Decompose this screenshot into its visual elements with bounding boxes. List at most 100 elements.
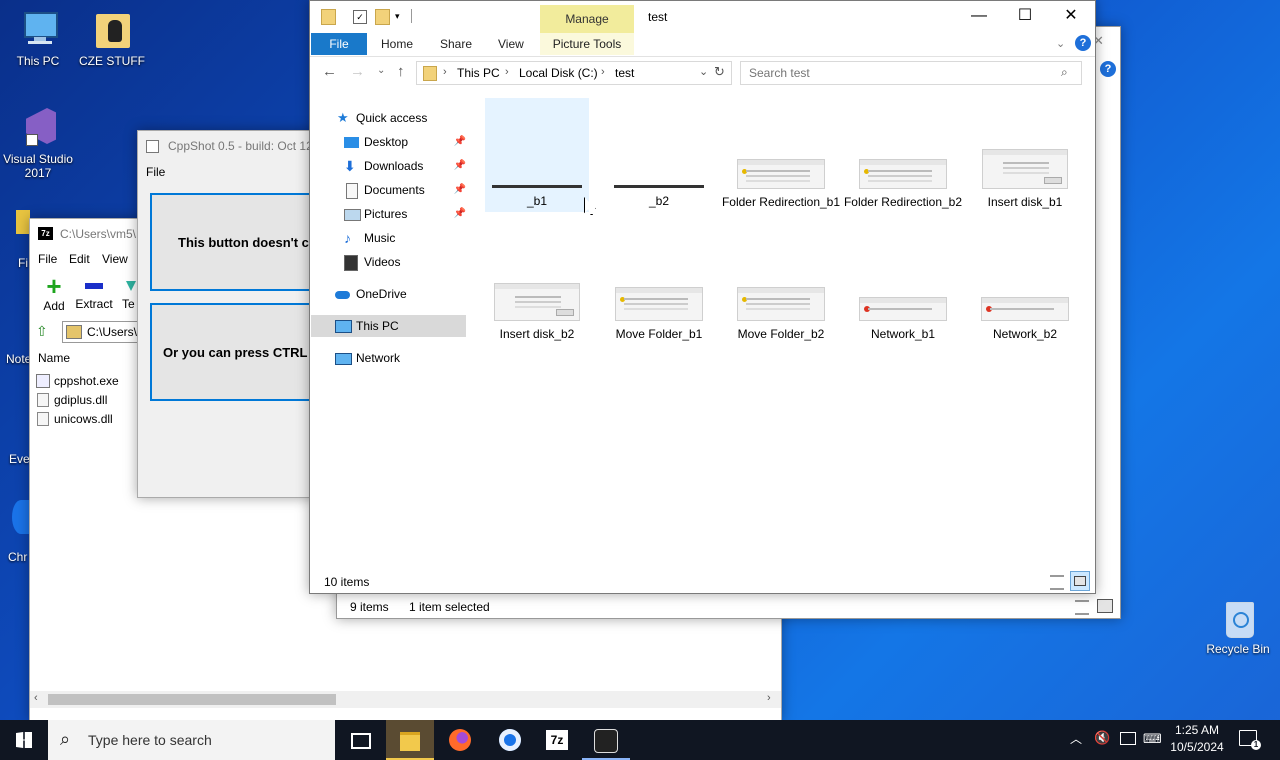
sevenzip-menu-view[interactable]: View <box>102 252 128 266</box>
network-icon <box>335 353 352 365</box>
network-icon[interactable] <box>1120 732 1136 745</box>
sevenzip-menu-edit[interactable]: Edit <box>69 252 90 266</box>
file-item[interactable]: Network_b2 <box>965 297 1085 342</box>
desktop-icon-visual-studio[interactable]: Visual Studio 2017 <box>0 108 76 180</box>
nav-onedrive[interactable]: OneDrive <box>335 283 485 305</box>
show-hidden-icons[interactable]: ︿ <box>1070 730 1082 747</box>
pin-icon[interactable]: 📌 <box>454 203 466 225</box>
help-icon[interactable]: ? <box>1100 61 1116 77</box>
task-view-button[interactable] <box>336 720 384 760</box>
cppshot-button-2[interactable]: Or you can press CTRL <box>150 303 332 401</box>
desktop-icon-this-pc[interactable]: This PC <box>0 10 76 68</box>
help-icon[interactable]: ? <box>1075 35 1091 51</box>
language-icon[interactable]: ⌨ <box>1143 731 1162 747</box>
pin-icon[interactable]: 📌 <box>454 131 466 153</box>
properties-icon[interactable]: ✓ <box>353 10 367 24</box>
nav-this-pc[interactable]: This PC <box>311 315 466 337</box>
forward-icon[interactable]: → <box>350 63 365 80</box>
tab-picture-tools[interactable]: Picture Tools <box>540 33 634 55</box>
search-input[interactable] <box>747 64 1051 82</box>
explorer-window[interactable]: ✓ ▾ Manage test — ☐ ✕ File Home Share Vi… <box>309 0 1096 594</box>
address-bar[interactable]: › This PC › Local Disk (C:) › test ⌄ ↻ <box>416 61 732 85</box>
nav-documents[interactable]: Documents 📌 <box>344 179 466 201</box>
image-thumbnail <box>737 287 825 321</box>
taskbar-chrome[interactable] <box>486 720 534 760</box>
file-item[interactable]: Move Folder_b2 <box>721 287 841 342</box>
file-item[interactable]: Network_b1 <box>843 297 963 342</box>
desktop-icon-cze-stuff[interactable]: CZE STUFF <box>74 10 150 68</box>
large-icons-view-icon[interactable] <box>1097 599 1113 613</box>
nav-network[interactable]: Network <box>335 347 485 369</box>
back-icon[interactable]: ← <box>322 63 337 80</box>
minimize-button[interactable]: — <box>956 1 1002 31</box>
tab-file[interactable]: File <box>311 33 367 55</box>
file-row[interactable]: unicows.dll <box>36 410 136 428</box>
breadcrumb-test[interactable]: test <box>615 66 634 80</box>
customize-toolbar-icon[interactable]: ▾ <box>395 11 400 22</box>
refresh-icon[interactable]: ↻ <box>714 64 725 80</box>
desktop-icon-recycle-bin[interactable]: Recycle Bin <box>1200 598 1276 656</box>
search-field[interactable]: ⌕ <box>740 61 1082 85</box>
folder-up-icon[interactable]: ⇧ <box>36 323 52 339</box>
nav-videos[interactable]: Videos <box>344 251 466 273</box>
details-view-icon[interactable] <box>1075 600 1089 615</box>
scroll-right-icon[interactable]: › <box>767 692 771 704</box>
new-folder-icon[interactable] <box>375 9 390 25</box>
desktop-partial-icon-2[interactable]: Note <box>6 352 31 366</box>
desktop-partial-icon-3[interactable]: Eve <box>9 452 30 466</box>
details-view-icon[interactable] <box>1050 575 1064 590</box>
navigation-pane[interactable]: ★ Quick access Desktop 📌 ⬇ Downloads 📌 D… <box>310 97 468 567</box>
file-item[interactable]: Folder Redirection_b1 <box>721 159 841 210</box>
column-header-name[interactable]: Name <box>38 351 70 365</box>
tab-home[interactable]: Home <box>381 33 413 55</box>
scroll-left-icon[interactable]: ‹ <box>34 692 38 704</box>
cppshot-menu-file[interactable]: File <box>146 165 165 179</box>
cppshot-window[interactable]: CppShot 0.5 - build: Oct 12 File This bu… <box>137 130 332 498</box>
nav-downloads[interactable]: ⬇ Downloads 📌 <box>344 155 466 177</box>
nav-quick-access[interactable]: ★ Quick access <box>337 107 487 129</box>
file-item[interactable]: Insert disk_b1 <box>965 149 1085 210</box>
pin-icon[interactable]: 📌 <box>454 179 466 201</box>
nav-music[interactable]: ♪ Music <box>344 227 466 249</box>
tab-share[interactable]: Share <box>440 33 472 55</box>
desktop-partial-icon-4[interactable]: Chr <box>8 550 27 564</box>
sevenzip-path-field[interactable]: C:\Users\ <box>62 321 140 343</box>
notifications-icon[interactable]: 1 <box>1239 730 1261 750</box>
start-button[interactable] <box>0 720 48 760</box>
close-button[interactable]: ✕ <box>1048 1 1094 31</box>
extract-button[interactable]: Extract <box>74 273 114 315</box>
address-dropdown-icon[interactable]: ⌄ <box>699 65 708 78</box>
file-list[interactable]: _b1 _b2 Folder Redirection_b1 Folder Red… <box>480 93 1090 563</box>
large-icons-view-icon[interactable] <box>1070 571 1090 591</box>
maximize-button[interactable]: ☐ <box>1002 1 1048 31</box>
expand-ribbon-icon[interactable]: ⌄ <box>1056 37 1065 50</box>
scrollbar-thumb[interactable] <box>48 694 336 705</box>
taskbar-search-box[interactable]: ⌕ Type here to search <box>48 720 335 760</box>
up-icon[interactable]: ↑ <box>397 63 405 80</box>
file-item[interactable]: _b1 <box>477 185 597 209</box>
cppshot-button-1[interactable]: This button doesn't c <box>150 193 332 291</box>
taskbar-cppshot[interactable] <box>582 720 630 760</box>
horizontal-scrollbar[interactable]: ‹ › <box>30 691 781 708</box>
pin-icon[interactable]: 📌 <box>454 155 466 177</box>
add-button[interactable]: + Add <box>36 273 72 315</box>
recent-locations-icon[interactable]: ⌄ <box>377 65 385 76</box>
file-row[interactable]: gdiplus.dll <box>36 391 136 409</box>
nav-desktop[interactable]: Desktop 📌 <box>344 131 466 153</box>
nav-pictures[interactable]: Pictures 📌 <box>344 203 466 225</box>
file-item[interactable]: Insert disk_b2 <box>477 283 597 342</box>
tab-view[interactable]: View <box>498 33 524 55</box>
breadcrumb-this-pc[interactable]: This PC <box>457 66 500 80</box>
taskbar-firefox[interactable] <box>436 720 484 760</box>
taskbar-file-explorer[interactable] <box>386 720 434 760</box>
manage-tab[interactable]: Manage <box>540 5 634 33</box>
file-item[interactable]: Folder Redirection_b2 <box>843 159 963 210</box>
file-item[interactable]: Move Folder_b1 <box>599 287 719 342</box>
file-row[interactable]: cppshot.exe <box>36 372 136 390</box>
breadcrumb-local-disk[interactable]: Local Disk (C:) <box>519 66 598 80</box>
clock[interactable]: 1:25 AM 10/5/2024 <box>1162 722 1232 756</box>
file-item[interactable]: _b2 <box>599 185 719 209</box>
taskbar-7zip[interactable]: 7z <box>534 720 582 760</box>
volume-muted-icon[interactable]: 🔇 <box>1094 730 1110 746</box>
sevenzip-menu-file[interactable]: File <box>38 252 57 266</box>
